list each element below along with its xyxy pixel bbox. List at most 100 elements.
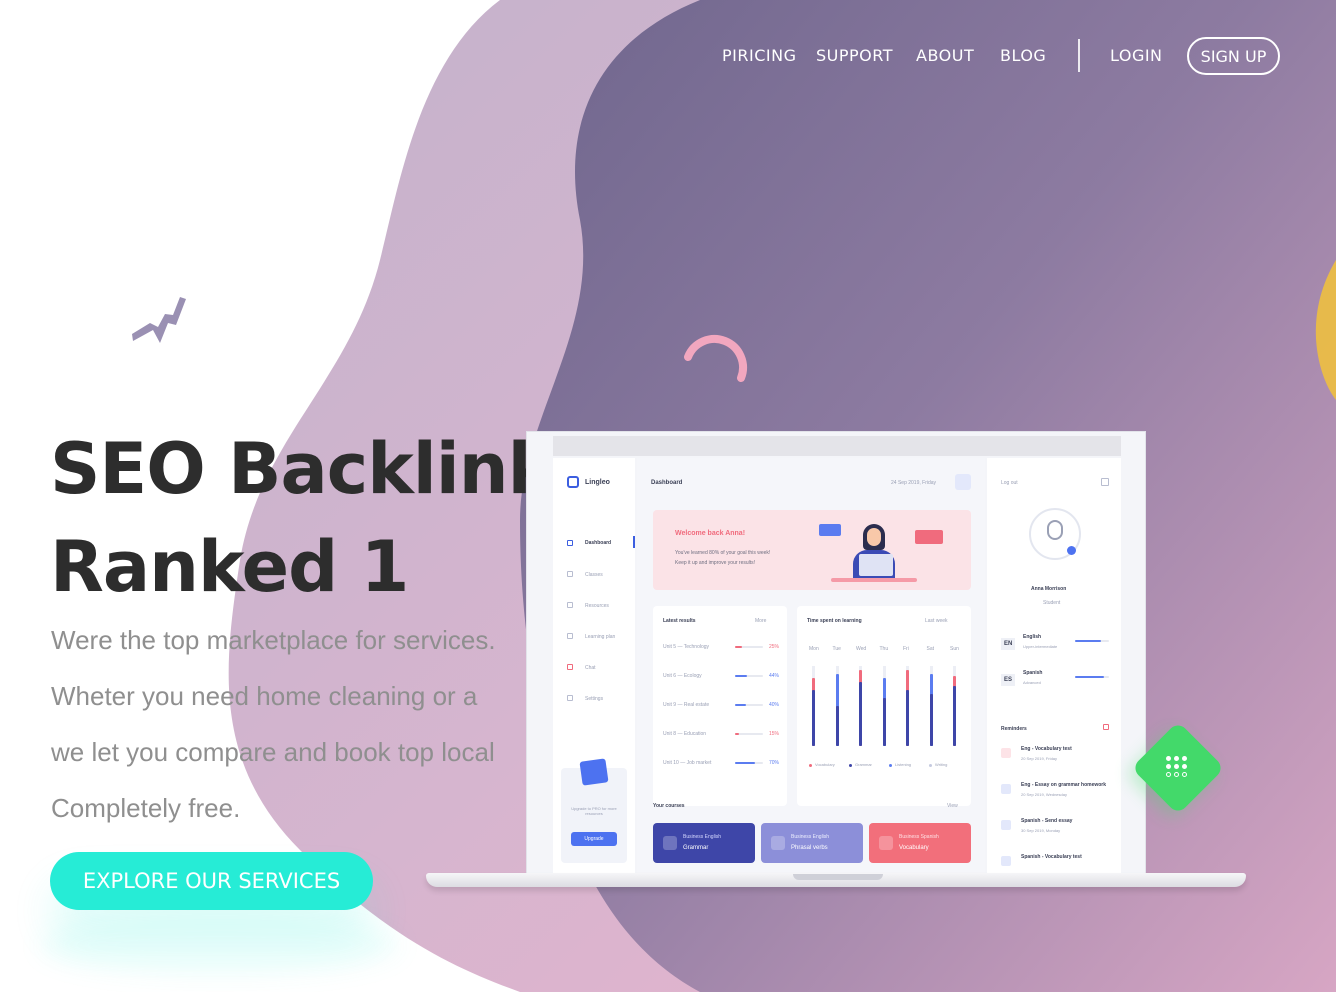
your-courses-more-link[interactable]: View [947,803,958,809]
welcome-title: Welcome back Anna! [675,530,746,537]
nav-blog-link[interactable]: BLOG [1000,46,1046,65]
add-reminder-icon[interactable] [1103,724,1109,730]
sidebar-item-resources[interactable]: Resources [585,603,609,609]
laptop-illustration [859,554,893,576]
login-link[interactable]: LOGIN [1110,46,1163,65]
day-bar-track [882,666,886,746]
nav-support-link[interactable]: SUPPORT [816,46,893,65]
laptop-screen-mockup: Lingleo Dashboard Classes Resources Lear… [526,431,1146,876]
upgrade-card: Upgrade to PRO for more resources Upgrad… [561,758,627,863]
reminder-title[interactable]: Spanish - Vocabulary test [1021,854,1082,860]
language-code-badge: ES [1001,674,1016,686]
legend-dot [809,764,812,767]
profile-role: Student [1043,600,1061,606]
laptop-notch [793,874,883,880]
profile-avatar [1029,508,1081,560]
result-row-value: 70% [769,760,780,766]
hero-title-line-2: Ranked 1 [50,526,409,608]
signup-button[interactable]: SIGN UP [1187,37,1280,75]
result-progress-bar [735,762,763,764]
settings-nav-icon [567,695,573,701]
hero-desc-line-3: we let you compare and book top local [51,737,495,767]
hero-desc-line-2: Wheter you need home cleaning or a [51,681,478,711]
sidebar-active-indicator [633,536,635,548]
online-status-icon [1067,546,1076,555]
time-spent-period-select[interactable]: Last week [925,618,948,624]
course-card-phrasal-verbs[interactable]: Business English Phrasal verbs [761,823,863,863]
course-card-grammar[interactable]: Business English Grammar [653,823,755,863]
dashboard-nav-icon [567,540,573,546]
day-bar-segment [929,694,933,746]
upgrade-button[interactable]: Upgrade [571,832,617,846]
sidebar-item-dashboard[interactable]: Dashboard [585,540,611,546]
reminder-calendar-icon [1001,820,1011,830]
nav-pricing-link[interactable]: PIRICING [722,46,796,65]
legend-label: Vocabulary [815,762,835,767]
dashboard-profile-panel: Log out Anna Morrison Student EN English U… [987,458,1121,873]
reminders-title: Reminders [1001,726,1027,732]
nav-about-link[interactable]: ABOUT [916,46,974,65]
result-row-label: Unit 6 — Ecology [663,673,702,679]
reminder-calendar-icon [1001,784,1011,794]
dashboard-brand: Lingleo [585,479,610,486]
language-level: Advanced [1023,680,1041,685]
course-name: Vocabulary [899,845,929,851]
reminder-title[interactable]: Spanish - Send essay [1021,818,1072,824]
result-row-label: Unit 9 — Real estate [663,702,710,708]
language-level: Upper-intermediate [1023,644,1058,649]
reminder-calendar-icon [1001,748,1011,758]
result-progress-bar [735,675,763,677]
day-bar-segment [906,690,909,746]
legend-label: Grammar [855,762,872,767]
dashboard-search-icon[interactable] [955,474,971,490]
reminder-title[interactable]: Eng - Vocabulary test [1021,746,1072,752]
hero-desc-line-4: Completely free. [51,793,241,823]
course-icon [879,836,893,850]
desk-illustration [831,578,917,582]
classes-nav-icon [567,571,573,577]
upgrade-text: Upgrade to PRO for more resources [571,806,617,816]
sidebar-item-settings[interactable]: Settings [585,696,603,702]
day-label: Thu [879,646,889,652]
result-progress-fill [735,704,747,706]
logout-link[interactable]: Log out [1001,480,1018,486]
day-label: Sat [926,646,935,652]
day-bar-segment [859,682,862,746]
day-bar-track [812,666,815,746]
legend-dot [889,764,892,767]
language-name: Spanish [1023,670,1043,676]
course-name: Grammar [683,845,709,851]
reminder-calendar-icon [1001,856,1011,866]
legend-dot [929,764,932,767]
welcome-text-2: Keep it up and improve your results! [675,560,756,566]
latest-results-card: Latest results More Unit 5 — Technology 2… [653,606,787,806]
welcome-text-1: You've learned 80% of your goal this wee… [675,550,771,556]
day-bar-segment [835,706,839,746]
language-code-badge: EN [1001,638,1016,650]
day-bar-track [906,666,909,746]
course-card-vocabulary[interactable]: Business Spanish Vocabulary [869,823,971,863]
dashboard-main: Dashboard 24 Sep 2019, Friday Welcome ba… [637,458,985,873]
hero-title: SEO Backlink Ranked 1 [50,420,554,616]
result-row-value: 15% [769,731,780,737]
result-progress-bar [735,733,763,735]
chat-bubble-pink-icon [915,530,943,544]
explore-services-button[interactable]: EXPLORE OUR SERVICES [50,852,373,910]
language-name: English [1023,634,1042,640]
screen-top-bar [553,436,1121,456]
sidebar-item-learning-plan[interactable]: Learning plan [585,634,615,640]
logout-icon[interactable] [1101,478,1109,486]
legend-label: Listening [895,762,912,767]
hero-description: Were the top marketplace for services. W… [51,612,531,836]
sidebar-item-chat[interactable]: Chat [585,665,596,671]
legend-label: Writing [935,762,948,767]
result-row-label: Unit 5 — Technology [663,644,710,650]
language-progress-fill [1075,640,1101,642]
dashboard-page-title: Dashboard [651,480,683,486]
result-progress-fill [735,762,755,764]
day-label: Sun [950,646,959,652]
latest-results-more-link[interactable]: More [755,618,766,624]
sidebar-item-classes[interactable]: Classes [585,572,603,578]
course-category: Business English [683,834,722,840]
reminder-title[interactable]: Eng - Essay on grammar homework [1021,782,1106,788]
